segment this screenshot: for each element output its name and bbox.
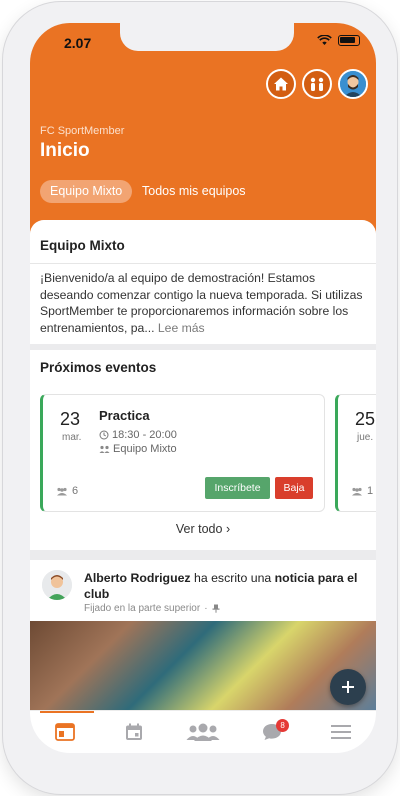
bottom-navigation: 8	[30, 710, 376, 753]
group-icon	[310, 77, 324, 91]
feed-icon	[54, 723, 75, 741]
see-all-events-link[interactable]: Ver todo ›	[30, 522, 376, 536]
event-name: Practica	[99, 408, 150, 423]
divider	[30, 263, 376, 264]
event-card[interactable]: 25 jue. 1	[335, 394, 376, 512]
author-avatar	[42, 570, 72, 600]
tab-todos-mis-equipos[interactable]: Todos mis equipos	[132, 180, 256, 203]
home-icon	[274, 77, 288, 91]
news-post-card[interactable]: Alberto Rodriguez ha escrito una noticia…	[30, 560, 376, 710]
event-team-row: Equipo Mixto	[99, 443, 177, 455]
feed-content[interactable]: Equipo Mixto ¡Bienvenido/a al equipo de …	[30, 220, 376, 710]
calendar-icon	[125, 723, 142, 740]
attendees-icon	[352, 487, 362, 495]
join-event-button[interactable]: Inscríbete	[205, 477, 270, 499]
event-team: Equipo Mixto	[113, 443, 177, 455]
event-day: 23	[60, 409, 81, 429]
attendees-icon	[57, 487, 67, 495]
event-attendee-count: 1	[367, 485, 374, 497]
menu-icon	[331, 725, 352, 739]
post-action: ha escrito una	[194, 571, 272, 585]
post-headline: Alberto Rodriguez ha escrito una noticia…	[84, 570, 359, 602]
event-attendees: 1	[351, 485, 373, 497]
nav-calendar[interactable]	[104, 711, 164, 754]
organization-name: FC SportMember	[40, 125, 125, 137]
header-actions	[266, 69, 368, 99]
teams-button[interactable]	[302, 69, 332, 99]
event-month: jue.	[357, 432, 374, 443]
nav-chat[interactable]: 8	[242, 711, 302, 754]
pin-icon	[212, 604, 220, 613]
user-avatar-icon	[340, 71, 366, 97]
members-icon	[186, 723, 220, 741]
nav-menu[interactable]	[311, 711, 371, 754]
event-month: mar.	[62, 432, 82, 443]
separator-dot: ·	[204, 603, 208, 614]
read-more-link[interactable]: Lee más	[158, 321, 205, 335]
leave-event-button[interactable]: Baja	[275, 477, 313, 499]
event-day: 25	[355, 409, 376, 429]
event-card[interactable]: 23 mar. Practica 18:30 - 20:00 Equipo Mi…	[40, 394, 325, 512]
device-notch	[120, 23, 294, 51]
home-button[interactable]	[266, 69, 296, 99]
page-title: Inicio	[40, 140, 90, 161]
event-attendee-count: 6	[72, 485, 79, 497]
upcoming-events-title: Próximos eventos	[40, 360, 157, 375]
active-indicator	[39, 710, 94, 713]
event-time-row: 18:30 - 20:00	[99, 429, 177, 441]
chat-unread-badge: 8	[276, 718, 290, 732]
battery-icon	[338, 35, 360, 46]
team-icon	[99, 445, 110, 453]
see-all-label: Ver todo	[175, 522, 223, 536]
post-pinned-label: Fijado en la parte superior	[84, 603, 201, 614]
status-time: 2.07	[64, 35, 92, 51]
profile-avatar-button[interactable]	[338, 69, 368, 99]
author-avatar-icon	[42, 570, 72, 600]
phone-frame: 2.07 FC SportMember Inicio Equipo Mixto …	[3, 2, 397, 794]
status-icons	[317, 35, 360, 46]
clock-icon	[99, 430, 109, 440]
upcoming-events-card: Próximos eventos 23 mar. Practica 18:30 …	[30, 350, 376, 550]
team-card-title: Equipo Mixto	[40, 238, 125, 253]
team-welcome-text: ¡Bienvenido/a al equipo de demostración!…	[40, 270, 370, 336]
post-author[interactable]: Alberto Rodriguez	[84, 571, 191, 585]
add-fab-button[interactable]	[330, 669, 366, 705]
chevron-right-icon: ›	[225, 522, 231, 536]
post-image[interactable]	[30, 621, 376, 710]
plus-icon	[342, 681, 354, 693]
team-card: Equipo Mixto ¡Bienvenido/a al equipo de …	[30, 220, 376, 344]
post-pinned-row: Fijado en la parte superior ·	[84, 603, 220, 614]
wifi-icon	[317, 35, 332, 45]
nav-members[interactable]	[173, 711, 233, 754]
nav-feed[interactable]	[35, 710, 95, 754]
event-attendees: 6	[56, 485, 78, 497]
app-screen: 2.07 FC SportMember Inicio Equipo Mixto …	[30, 23, 376, 753]
tab-equipo-mixto[interactable]: Equipo Mixto	[40, 180, 133, 203]
event-time: 18:30 - 20:00	[112, 429, 177, 441]
